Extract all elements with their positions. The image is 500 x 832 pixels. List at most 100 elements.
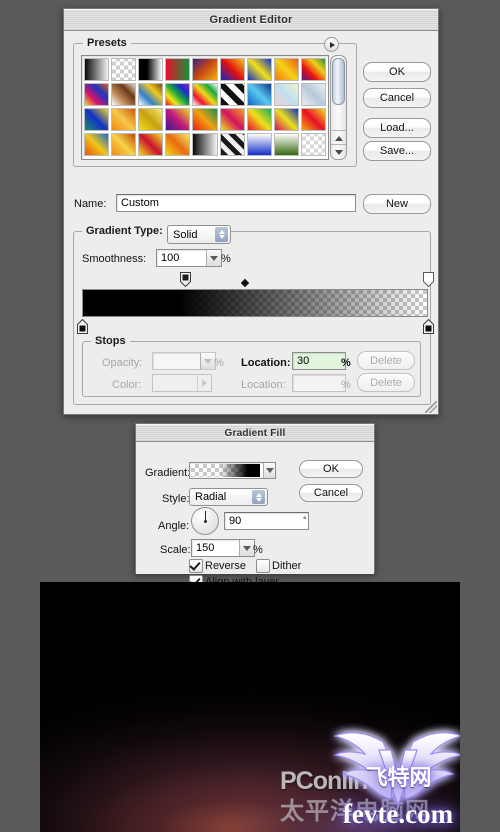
fevte-logo: 飞特网 fevte.com <box>323 720 460 829</box>
preset-swatch[interactable] <box>165 83 191 106</box>
preset-swatch[interactable] <box>300 83 326 106</box>
load-button[interactable]: Load... <box>363 118 431 138</box>
fill-angle-label: Angle: <box>158 520 190 532</box>
reverse-label[interactable]: Reverse <box>205 560 246 572</box>
opacity-stop-selected[interactable] <box>180 272 192 288</box>
preset-swatch[interactable] <box>273 83 299 106</box>
preset-swatch[interactable] <box>111 58 137 81</box>
color-delete-button: Delete <box>357 373 415 392</box>
fill-gradient-preview[interactable] <box>189 462 276 479</box>
dither-label[interactable]: Dither <box>272 560 301 572</box>
gradient-editor-window: Gradient Editor Presets OK Cancel Load..… <box>63 8 439 415</box>
color-stop-icon <box>422 318 434 334</box>
preset-swatch[interactable] <box>138 108 164 131</box>
fill-scale-unit: % <box>253 544 263 556</box>
preset-swatch[interactable] <box>138 133 164 156</box>
preset-swatch[interactable] <box>219 108 245 131</box>
fill-scale-dropdown-arrow-icon[interactable] <box>239 540 254 556</box>
presets-scrollbar[interactable] <box>330 55 347 160</box>
opacity-stop-icon <box>180 272 192 288</box>
preset-swatch[interactable] <box>273 108 299 131</box>
fill-ok-button[interactable]: OK <box>299 460 363 478</box>
preset-swatch[interactable] <box>165 58 191 81</box>
fill-angle-input[interactable]: 90 <box>224 512 309 530</box>
gradient-editor-body: Presets OK Cancel Load... Save... Name: … <box>64 31 438 414</box>
color-location-label: Location: <box>241 379 286 391</box>
gradient-fill-body: Gradient: OK Cancel Style: Radial Angle:… <box>136 442 374 589</box>
gradient-editor-titlebar[interactable]: Gradient Editor <box>64 9 438 31</box>
fevte-domain-text: fevte.com <box>342 799 454 829</box>
fill-angle-unit: ° <box>303 515 307 525</box>
ok-button[interactable]: OK <box>363 62 431 82</box>
preset-swatch[interactable] <box>246 108 272 131</box>
preset-swatch[interactable] <box>84 58 110 81</box>
fill-style-label: Style: <box>162 493 190 505</box>
preset-swatch[interactable] <box>111 133 137 156</box>
preset-swatch[interactable] <box>246 58 272 81</box>
preset-swatch[interactable] <box>84 108 110 131</box>
opacity-unit: % <box>214 357 224 369</box>
opacity-stop[interactable] <box>422 272 434 288</box>
smoothness-input[interactable]: 100 <box>156 249 222 267</box>
preset-swatch[interactable] <box>300 133 326 156</box>
preset-swatch[interactable] <box>138 83 164 106</box>
smoothness-dropdown-arrow-icon[interactable] <box>206 250 221 266</box>
preset-swatch[interactable] <box>165 133 191 156</box>
fill-style-select[interactable]: Radial <box>189 488 268 506</box>
preset-swatch[interactable] <box>219 83 245 106</box>
opacity-location-unit: % <box>341 357 351 369</box>
scroll-up-arrow-icon[interactable] <box>331 130 346 145</box>
preset-swatch[interactable] <box>192 108 218 131</box>
preset-swatch[interactable] <box>300 58 326 81</box>
scrollbar-thumb[interactable] <box>332 58 345 105</box>
cancel-button[interactable]: Cancel <box>363 88 431 108</box>
opacity-label: Opacity: <box>102 357 143 369</box>
preset-swatch[interactable] <box>273 58 299 81</box>
preset-swatch[interactable] <box>192 133 218 156</box>
gradient-result-preview: PConline.cn 太平洋电脑网 <box>40 582 460 832</box>
color-stop[interactable] <box>76 318 88 334</box>
dither-checkbox[interactable] <box>256 559 270 573</box>
name-input[interactable]: Custom <box>116 194 356 212</box>
color-location-input <box>292 374 346 392</box>
smoothness-label: Smoothness: <box>82 253 147 265</box>
preset-swatch[interactable] <box>165 108 191 131</box>
preset-swatch[interactable] <box>192 83 218 106</box>
color-stop[interactable] <box>422 318 434 334</box>
new-button[interactable]: New <box>363 194 431 214</box>
presets-swatch-well[interactable] <box>81 55 329 160</box>
preset-swatch[interactable] <box>219 133 245 156</box>
preset-swatch[interactable] <box>246 83 272 106</box>
reverse-checkbox[interactable] <box>189 559 203 573</box>
fill-gradient-fill <box>191 464 260 477</box>
scroll-down-arrow-icon[interactable] <box>331 144 346 159</box>
fill-gradient-dropdown-arrow-icon[interactable] <box>263 463 275 478</box>
preset-swatch[interactable] <box>273 133 299 156</box>
presets-label: Presets <box>83 37 131 49</box>
fill-scale-input[interactable]: 150 <box>191 539 255 557</box>
preset-swatch[interactable] <box>138 58 164 81</box>
opacity-input <box>152 352 216 370</box>
preset-swatch[interactable] <box>84 133 110 156</box>
presets-swatch-grid[interactable] <box>82 56 328 158</box>
opacity-location-input[interactable]: 30 <box>292 352 346 370</box>
preset-swatch[interactable] <box>246 133 272 156</box>
gradient-fill-titlebar[interactable]: Gradient Fill <box>136 424 374 442</box>
preset-swatch[interactable] <box>192 58 218 81</box>
gradient-type-select[interactable]: Solid <box>167 225 231 244</box>
window-resize-grip[interactable] <box>425 401 437 413</box>
save-button[interactable]: Save... <box>363 141 431 161</box>
preset-swatch[interactable] <box>219 58 245 81</box>
preset-swatch[interactable] <box>84 83 110 106</box>
preset-swatch[interactable] <box>111 83 137 106</box>
name-label: Name: <box>74 198 107 210</box>
preset-swatch[interactable] <box>111 108 137 131</box>
angle-dial[interactable] <box>191 507 219 535</box>
presets-menu-arrow-icon[interactable] <box>324 37 339 52</box>
preset-swatch[interactable] <box>300 108 326 131</box>
gradient-ramp[interactable] <box>82 289 428 317</box>
gradient-editor-title: Gradient Editor <box>209 14 293 26</box>
fill-cancel-button[interactable]: Cancel <box>299 484 363 502</box>
gradient-type-label: Gradient Type: <box>82 225 167 237</box>
gradient-fill-window: Gradient Fill Gradient: OK Cancel Style:… <box>135 423 375 589</box>
